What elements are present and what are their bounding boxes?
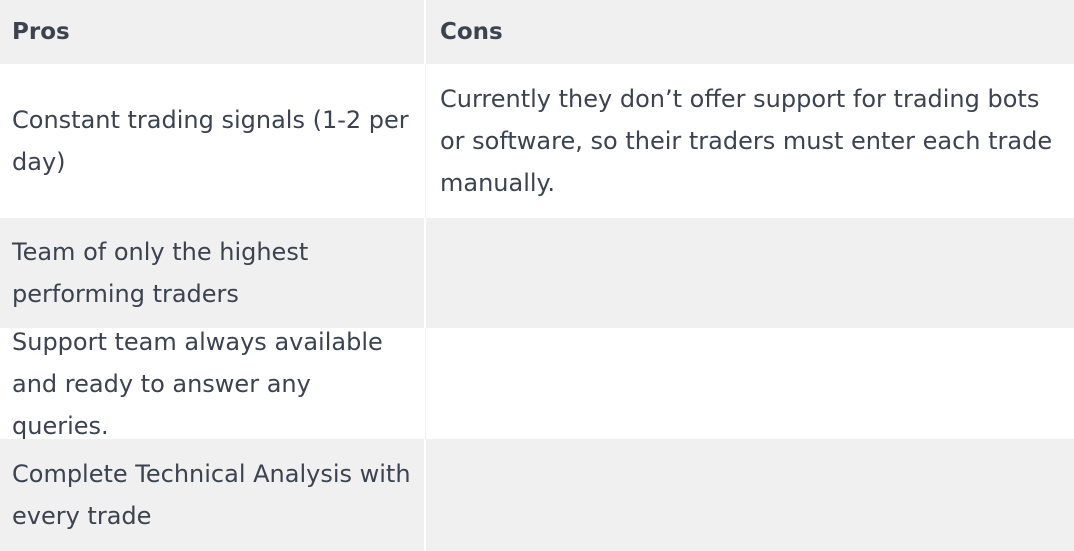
pros-cell-text: Complete Technical Analysis with every t… [12, 460, 411, 530]
cons-cell [426, 218, 1074, 328]
cons-cell-text: Currently they don’t offer support for t… [440, 85, 1053, 197]
pros-cons-table: Pros Cons Constant trading signals (1-2 … [0, 0, 1074, 551]
pros-cell: Constant trading signals (1-2 per day) [0, 64, 426, 218]
pros-cell-text-start: Support team always available and ready … [12, 327, 383, 398]
cons-cell [426, 439, 1074, 551]
cons-header: Cons [426, 0, 1074, 64]
pros-cell-text: Constant trading signals (1-2 per day) [12, 106, 409, 176]
queries-link[interactable]: queries [12, 412, 101, 440]
pros-cell: Team of only the highest performing trad… [0, 218, 426, 328]
pros-cell-text: Support team always available and ready … [12, 321, 413, 447]
cons-cell [426, 328, 1074, 439]
pros-cell-text-end: . [101, 411, 109, 440]
pros-cell: Support team always available and ready … [0, 328, 426, 440]
pros-cell-text: Team of only the highest performing trad… [12, 238, 309, 308]
cons-cell: Currently they don’t offer support for t… [426, 64, 1074, 218]
pros-cell: Complete Technical Analysis with every t… [0, 439, 426, 551]
pros-header: Pros [0, 0, 426, 64]
